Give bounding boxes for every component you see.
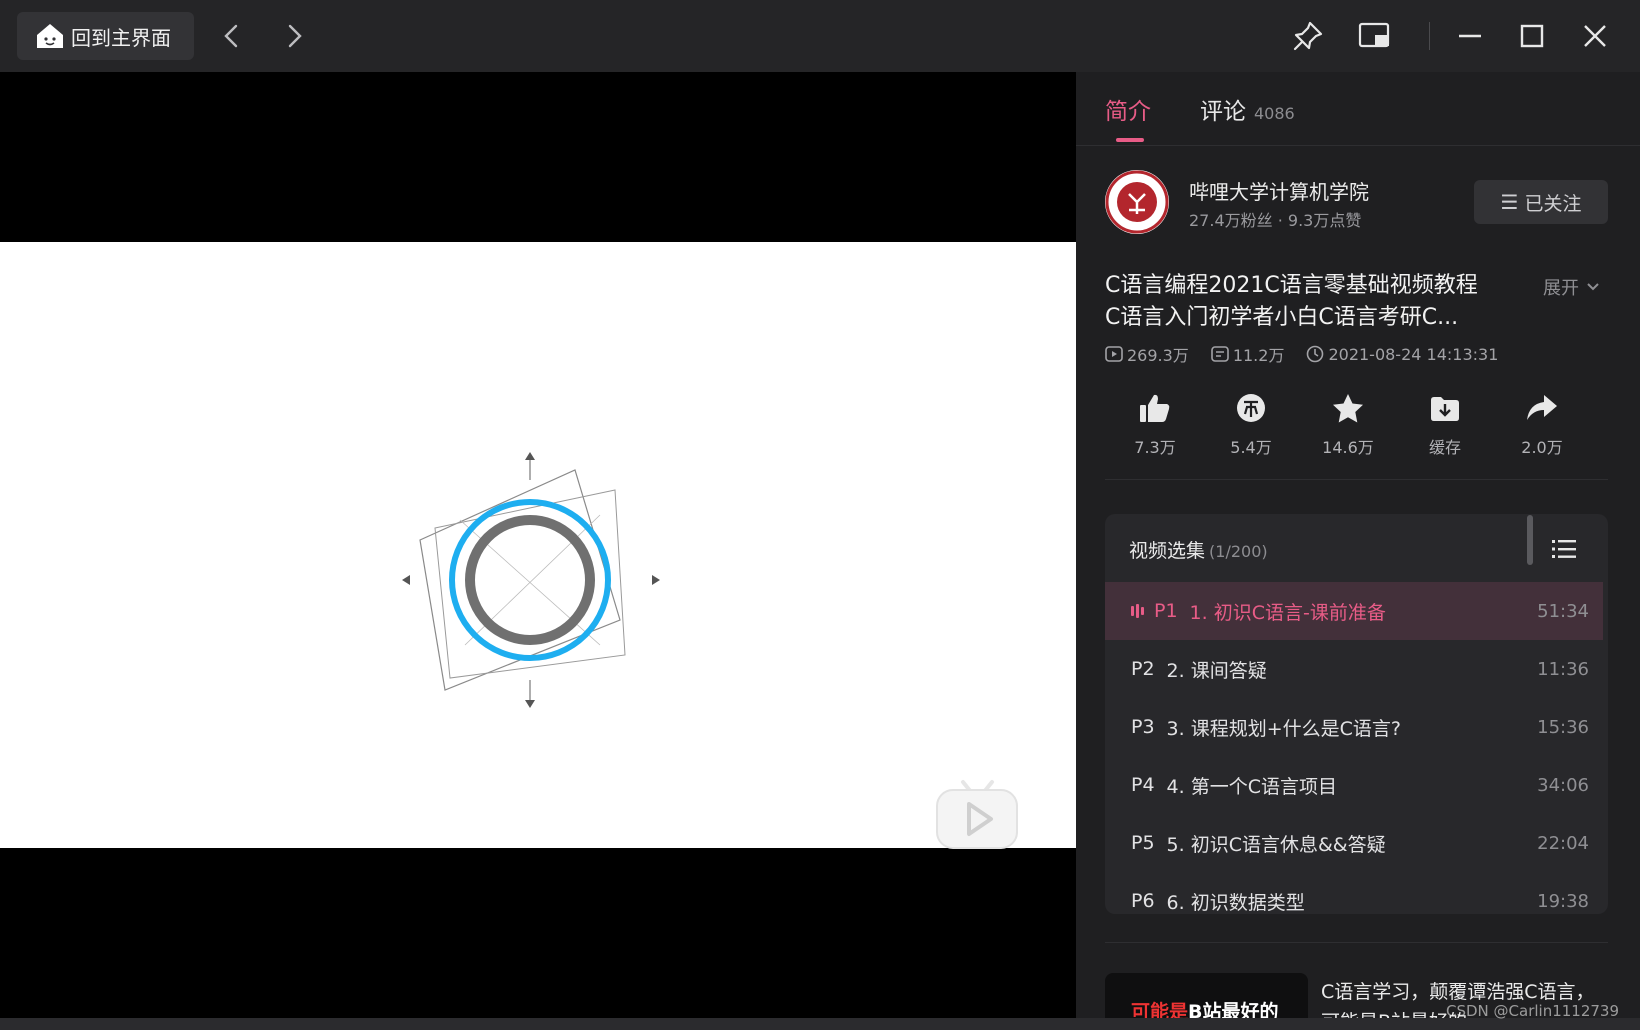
playlist-count: (1/200) <box>1209 542 1268 561</box>
close-icon[interactable] <box>1573 14 1617 58</box>
bottom-strip <box>0 1018 1640 1030</box>
video-title-line-2: C语言入门初学者小白C语言考研C... <box>1105 305 1459 330</box>
coin-icon <box>1237 394 1265 422</box>
episode-duration: 34:06 <box>1537 774 1589 796</box>
active-tab-indicator <box>1116 138 1144 142</box>
tab-comments[interactable]: 评论 4086 <box>1200 92 1295 126</box>
video-meta: 269.3万 11.2万 2021-08-24 14:13:31 <box>1105 342 1520 366</box>
episode-title: 2. 课间答疑 <box>1166 659 1267 682</box>
episode-item[interactable]: P6 6. 初识数据类型 19:38 <box>1105 872 1603 914</box>
titlebar-separator <box>1429 22 1430 50</box>
watermark: CSDN @Carlin1112739 <box>1446 1002 1620 1020</box>
share-button[interactable]: 2.0万 <box>1492 380 1592 458</box>
thumb-text-red: 可能是 <box>1131 1001 1189 1018</box>
episode-playlist: 视频选集 (1/200) P1 1. 初识C语言-课前准备 51:34 P2 2.… <box>1105 514 1608 914</box>
expand-button[interactable]: 展开 <box>1543 274 1601 300</box>
home-button[interactable]: 回到主界面 <box>17 12 194 60</box>
episode-item[interactable]: P3 3. 课程规划+什么是C语言? 15:36 <box>1105 698 1603 756</box>
thumb-text-white: B站最好的 <box>1188 1001 1279 1018</box>
episode-list: P1 1. 初识C语言-课前准备 51:34 P2 2. 课间答疑 11:36 … <box>1105 582 1603 914</box>
pin-icon[interactable] <box>1286 14 1330 58</box>
episode-title: 6. 初识数据类型 <box>1166 891 1305 914</box>
video-title-line-1: C语言编程2021C语言零基础视频教程 <box>1105 273 1478 298</box>
like-button[interactable]: 7.3万 <box>1105 380 1205 458</box>
uploader-avatar[interactable] <box>1105 170 1169 234</box>
chevron-down-icon <box>1587 283 1599 291</box>
video-title: C语言编程2021C语言零基础视频教程 C语言入门初学者小白C语言考研C... <box>1105 270 1505 334</box>
playlist-title-label: 视频选集 <box>1129 540 1206 562</box>
coin-count: 5.4万 <box>1230 438 1272 457</box>
video-player[interactable] <box>0 72 1076 1018</box>
menu-icon: ☰ <box>1500 190 1519 214</box>
episode-item-active[interactable]: P1 1. 初识C语言-课前准备 51:34 <box>1105 582 1603 640</box>
video-frame <box>0 242 1076 849</box>
university-seal-icon <box>1105 170 1169 234</box>
maximize-icon[interactable] <box>1510 14 1554 58</box>
episode-duration: 19:38 <box>1537 890 1589 912</box>
cache-label: 缓存 <box>1428 438 1461 457</box>
uploader-stats: 27.4万粉丝 · 9.3万点赞 <box>1189 211 1362 230</box>
playlist-title: 视频选集 (1/200) <box>1129 536 1268 563</box>
share-count: 2.0万 <box>1521 438 1563 457</box>
thumbs-up-icon <box>1140 394 1170 422</box>
home-button-label: 回到主界面 <box>71 25 171 50</box>
home-icon <box>37 24 63 48</box>
tab-bar: 简介 评论 4086 <box>1076 72 1640 146</box>
side-panel: 简介 评论 4086 哔哩大学计算机学院 27.4万粉丝 · 9.3万点赞 ☰ 已关… <box>1076 72 1640 1018</box>
action-bar: 7.3万 5.4万 14.6万 缓存 2.0万 <box>1105 380 1608 480</box>
episode-duration: 15:36 <box>1537 716 1589 738</box>
episode-number: P3 <box>1131 716 1155 738</box>
view-count: 269.3万 <box>1127 346 1189 365</box>
playlist-scrollbar[interactable] <box>1527 515 1533 565</box>
cache-button[interactable]: 缓存 <box>1395 380 1495 458</box>
play-count-icon <box>1105 346 1123 362</box>
uploader-name[interactable]: 哔哩大学计算机学院 <box>1189 176 1369 205</box>
app-window: 回到主界面 简介 评论 4086 哔哩大学计算机学院 27.4万粉丝 · 9.3… <box>0 0 1640 1030</box>
favorite-button[interactable]: 14.6万 <box>1298 380 1398 458</box>
episode-item[interactable]: P4 4. 第一个C语言项目 34:06 <box>1105 756 1603 814</box>
list-view-icon[interactable] <box>1551 538 1577 564</box>
danmaku-icon <box>1211 346 1229 362</box>
recommended-thumbnail: 可能是B站最好的 <box>1105 973 1308 1018</box>
loading-spinner-icon <box>402 452 660 708</box>
clock-icon <box>1307 345 1324 363</box>
coin-button[interactable]: 5.4万 <box>1201 380 1301 458</box>
bilibili-tv-logo-icon <box>936 780 1018 849</box>
forward-arrow-icon[interactable] <box>276 18 312 54</box>
back-arrow-icon[interactable] <box>214 18 250 54</box>
favorite-count: 14.6万 <box>1322 438 1374 457</box>
tab-comments-label: 评论 <box>1200 99 1246 125</box>
download-cache-icon <box>1431 397 1459 421</box>
episode-duration: 11:36 <box>1537 658 1589 680</box>
publish-date: 2021-08-24 14:13:31 <box>1328 344 1499 364</box>
star-icon <box>1333 394 1363 423</box>
episode-number: P4 <box>1131 774 1155 796</box>
minimize-icon[interactable] <box>1448 14 1492 58</box>
episode-number: P5 <box>1131 832 1155 854</box>
comments-count: 4086 <box>1254 104 1295 123</box>
share-arrow-icon <box>1527 395 1557 420</box>
mini-window-icon[interactable] <box>1353 14 1397 58</box>
episode-duration: 51:34 <box>1537 600 1589 622</box>
episode-title: 3. 课程规划+什么是C语言? <box>1166 717 1401 740</box>
episode-number: P6 <box>1131 890 1155 912</box>
episode-title: 4. 第一个C语言项目 <box>1166 775 1337 798</box>
episode-item[interactable]: P2 2. 课间答疑 11:36 <box>1105 640 1603 698</box>
danmaku-count: 11.2万 <box>1232 346 1285 365</box>
now-playing-icon <box>1131 604 1146 618</box>
episode-item[interactable]: P5 5. 初识C语言休息&&答疑 22:04 <box>1105 814 1603 872</box>
episode-title: 1. 初识C语言-课前准备 <box>1189 601 1386 624</box>
episode-number: P1 <box>1154 600 1178 622</box>
episode-duration: 22:04 <box>1537 832 1589 854</box>
follow-button-label: 已关注 <box>1524 192 1582 215</box>
title-bar: 回到主界面 <box>0 0 1640 72</box>
episode-number: P2 <box>1131 658 1155 680</box>
tab-intro[interactable]: 简介 <box>1105 92 1151 126</box>
episode-title: 5. 初识C语言休息&&答疑 <box>1166 833 1386 856</box>
expand-label: 展开 <box>1543 278 1579 299</box>
follow-button[interactable]: ☰ 已关注 <box>1474 180 1608 224</box>
like-count: 7.3万 <box>1134 438 1176 457</box>
